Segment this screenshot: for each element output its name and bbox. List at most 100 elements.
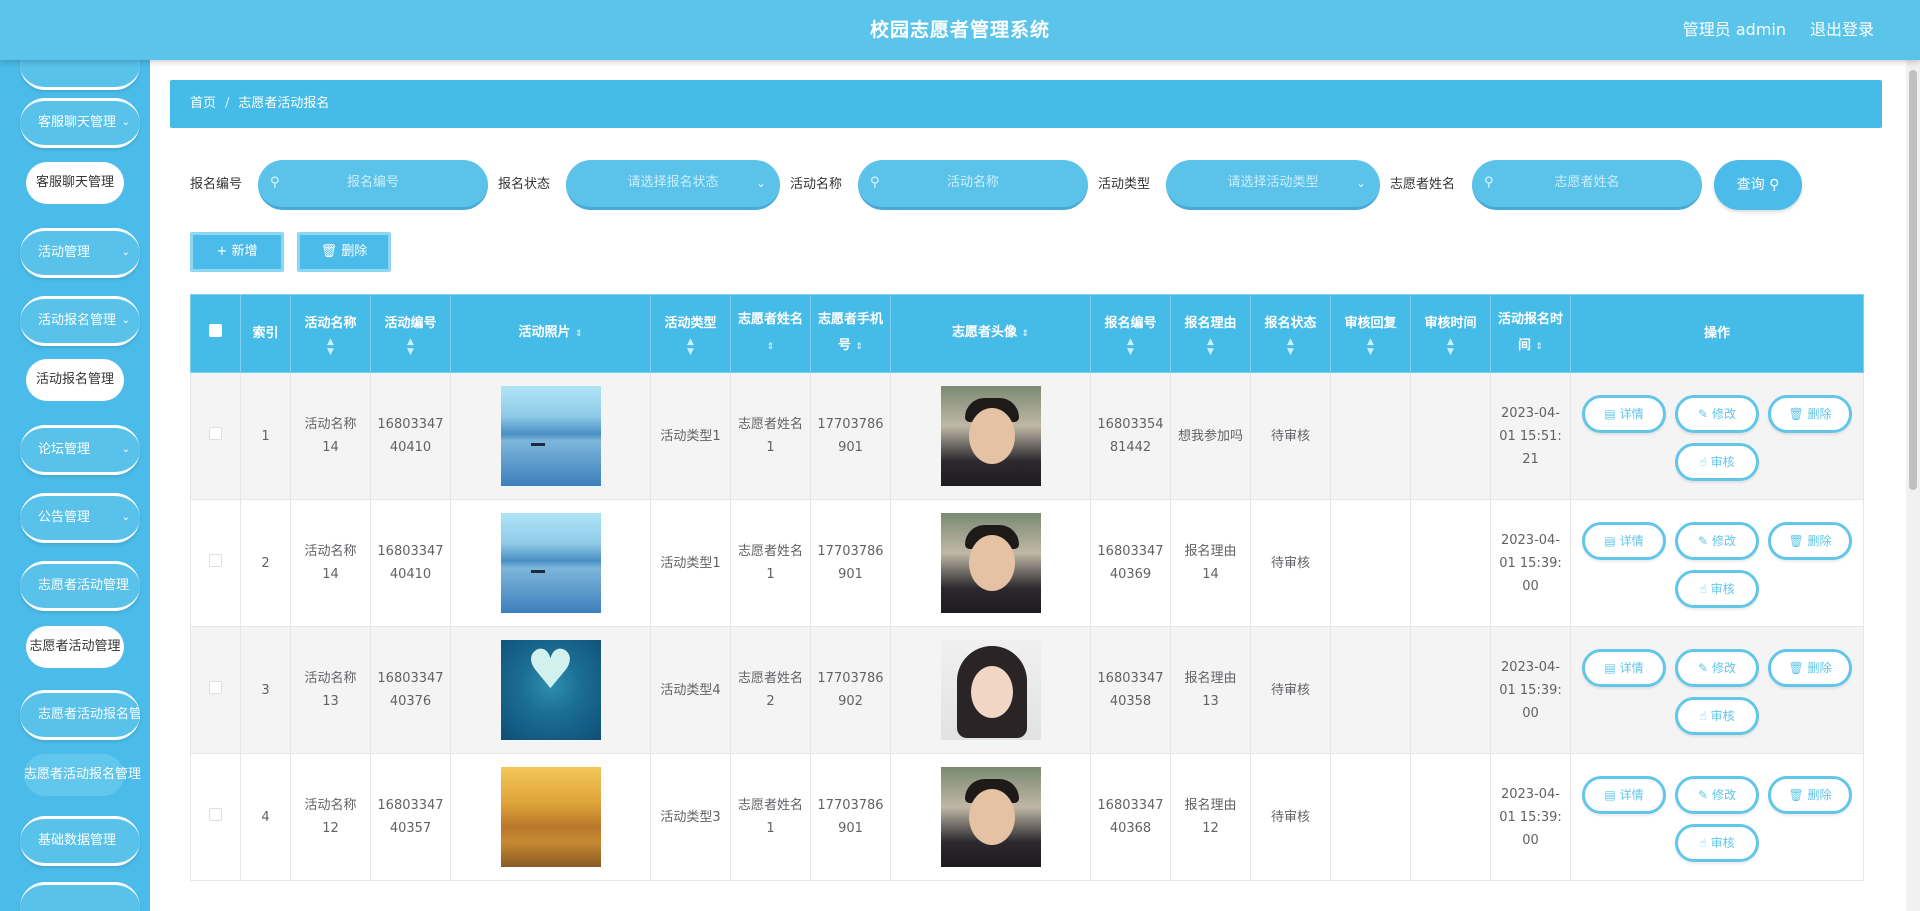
volunteer-avatar[interactable] xyxy=(940,513,1041,613)
audit-button-label: 审核 xyxy=(1710,455,1735,469)
sort-icon[interactable]: ▲ ▼ xyxy=(375,337,446,357)
cell-signup-no: 1680334740358 xyxy=(1090,626,1171,754)
edit-button[interactable]: ✎ 修改 xyxy=(1675,395,1759,433)
sidebar-item-basic-data[interactable]: 基础数据管理 xyxy=(20,816,140,866)
header-activity-photo[interactable]: 活动照片 ⇕ xyxy=(450,294,651,373)
sort-icon[interactable]: ▲ ▼ xyxy=(1415,337,1486,357)
header-volunteer-phone[interactable]: 志愿者手机号 ⇕ xyxy=(810,294,891,373)
volunteer-avatar[interactable] xyxy=(940,386,1041,486)
detail-button[interactable]: ▤ 详情 xyxy=(1582,649,1666,687)
cell-activity-code: 1680334740410 xyxy=(370,499,451,627)
activity-photo[interactable] xyxy=(500,513,601,613)
sidebar-subitem-volunteer-signup[interactable]: 志愿者活动报名管理 xyxy=(24,754,141,796)
delete-button[interactable]: 🗑 删除 xyxy=(1768,776,1852,814)
sort-icon[interactable]: ▲ ▼ xyxy=(295,337,366,357)
row-checkbox[interactable] xyxy=(209,680,222,694)
batch-delete-button[interactable]: 🗑 删除 xyxy=(297,232,391,272)
header-signup-time[interactable]: 活动报名时间 ⇕ xyxy=(1490,294,1571,373)
header-volunteer-name[interactable]: 志愿者姓名 ⇕ xyxy=(730,294,811,373)
delete-button[interactable]: 🗑 删除 xyxy=(1768,649,1852,687)
sidebar-item-bottom-partial[interactable] xyxy=(20,882,140,911)
header-activity-code[interactable]: 活动编号 ▲ ▼ xyxy=(370,294,451,373)
scrollbar-thumb[interactable] xyxy=(1909,70,1917,490)
sidebar-item-activity[interactable]: 活动管理 ⌄ xyxy=(20,228,140,278)
volunteer-avatar[interactable] xyxy=(940,640,1041,740)
header-activity-name[interactable]: 活动名称 ▲ ▼ xyxy=(290,294,371,373)
sidebar-subitem-activity-signup[interactable]: 活动报名管理 xyxy=(26,359,124,401)
header-signup-no[interactable]: 报名编号 ▲ ▼ xyxy=(1090,294,1171,373)
app-title: 校园志愿者管理系统 xyxy=(869,19,1050,41)
sort-icon[interactable]: ⇕ xyxy=(856,342,864,352)
edit-button[interactable]: ✎ 修改 xyxy=(1675,522,1759,560)
sort-icon[interactable]: ⇕ xyxy=(1022,329,1030,339)
select-all-checkbox[interactable] xyxy=(209,323,222,337)
cell-signup-time: 2023-04-01 15:39:00 xyxy=(1490,499,1571,627)
activity-name-input[interactable]: ⚲ 活动名称 xyxy=(858,160,1088,210)
search-icon: ⚲ xyxy=(270,175,280,190)
row-checkbox[interactable] xyxy=(209,426,222,440)
row-checkbox[interactable] xyxy=(209,807,222,821)
add-button[interactable]: + 新增 xyxy=(190,232,284,272)
header-label: 审核回复 xyxy=(1344,315,1397,331)
sort-icon[interactable]: ▲ ▼ xyxy=(1335,337,1406,357)
edit-button[interactable]: ✎ 修改 xyxy=(1675,649,1759,687)
cell-volunteer-avatar xyxy=(890,626,1091,754)
detail-button[interactable]: ▤ 详情 xyxy=(1582,395,1666,433)
trash-icon: 🗑 xyxy=(1788,661,1804,675)
sort-icon[interactable]: ⇕ xyxy=(767,342,775,352)
header-volunteer-avatar[interactable]: 志愿者头像 ⇕ xyxy=(890,294,1091,373)
cell-operations: ▤ 详情 ✎ 修改 🗑 删除 ☝ 审核 xyxy=(1570,753,1864,881)
query-button[interactable]: 查询 ⚲ xyxy=(1714,160,1802,210)
header-select-all[interactable] xyxy=(190,294,241,373)
signup-status-select[interactable]: 请选择报名状态 ⌄ xyxy=(566,160,780,210)
page-scrollbar[interactable] xyxy=(1906,60,1920,911)
activity-photo[interactable] xyxy=(500,386,601,486)
activity-photo[interactable] xyxy=(500,767,601,867)
cell-signup-status: 待审核 xyxy=(1250,372,1331,500)
signup-no-input[interactable]: ⚲ 报名编号 xyxy=(258,160,488,210)
sidebar-item-volunteer-signup[interactable]: 志愿者活动报名管理 xyxy=(20,690,140,740)
audit-button[interactable]: ☝ 审核 xyxy=(1675,443,1759,481)
row-checkbox[interactable] xyxy=(209,553,222,567)
volunteer-name-input[interactable]: ⚲ 志愿者姓名 xyxy=(1472,160,1702,210)
detail-button[interactable]: ▤ 详情 xyxy=(1582,776,1666,814)
sort-icon[interactable]: ▲ ▼ xyxy=(655,337,726,357)
sidebar-item-forum[interactable]: 论坛管理 ⌄ xyxy=(20,425,140,475)
edit-button[interactable]: ✎ 修改 xyxy=(1675,776,1759,814)
activity-photo[interactable] xyxy=(500,640,601,740)
audit-button[interactable]: ☝ 审核 xyxy=(1675,697,1759,735)
cell-select[interactable] xyxy=(190,753,241,881)
volunteer-avatar[interactable] xyxy=(940,767,1041,867)
audit-button[interactable]: ☝ 审核 xyxy=(1675,824,1759,862)
sort-icon[interactable]: ▲ ▼ xyxy=(1175,337,1246,357)
sidebar-item-top-partial[interactable] xyxy=(20,60,140,90)
sidebar-item-volunteer-activity[interactable]: 志愿者活动管理 xyxy=(20,561,140,611)
delete-button[interactable]: 🗑 删除 xyxy=(1768,522,1852,560)
activity-type-select[interactable]: 请选择活动类型 ⌄ xyxy=(1166,160,1380,210)
sort-icon[interactable]: ⇕ xyxy=(1536,342,1544,352)
header-signup-status[interactable]: 报名状态 ▲ ▼ xyxy=(1250,294,1331,373)
header-label: 报名理由 xyxy=(1184,315,1237,331)
audit-button[interactable]: ☝ 审核 xyxy=(1675,570,1759,608)
cell-select[interactable] xyxy=(190,372,241,500)
sidebar-subitem-chat[interactable]: 客服聊天管理 xyxy=(26,162,124,204)
sidebar-subitem-volunteer-activity[interactable]: 志愿者活动管理 xyxy=(26,626,124,668)
pencil-icon: ✎ xyxy=(1698,661,1709,675)
logout-link[interactable]: 退出登录 xyxy=(1810,0,1874,60)
cell-select[interactable] xyxy=(190,499,241,627)
sort-icon[interactable]: ▲ ▼ xyxy=(1255,337,1326,357)
detail-button[interactable]: ▤ 详情 xyxy=(1582,522,1666,560)
header-signup-reason[interactable]: 报名理由 ▲ ▼ xyxy=(1170,294,1251,373)
sidebar-item-activity-signup[interactable]: 活动报名管理 ⌄ xyxy=(20,296,140,346)
header-audit-time[interactable]: 审核时间 ▲ ▼ xyxy=(1410,294,1491,373)
sort-icon[interactable]: ⇕ xyxy=(575,329,583,339)
sort-icon[interactable]: ▲ ▼ xyxy=(1095,337,1166,357)
header-activity-type[interactable]: 活动类型 ▲ ▼ xyxy=(650,294,731,373)
header-audit-reply[interactable]: 审核回复 ▲ ▼ xyxy=(1330,294,1411,373)
delete-button[interactable]: 🗑 删除 xyxy=(1768,395,1852,433)
sidebar-item-chat[interactable]: 客服聊天管理 ⌄ xyxy=(20,98,140,148)
sidebar-item-notice[interactable]: 公告管理 ⌄ xyxy=(20,493,140,543)
breadcrumb-home[interactable]: 首页 xyxy=(190,96,216,111)
cell-select[interactable] xyxy=(190,626,241,754)
header-label: 志愿者姓名 xyxy=(737,312,803,327)
